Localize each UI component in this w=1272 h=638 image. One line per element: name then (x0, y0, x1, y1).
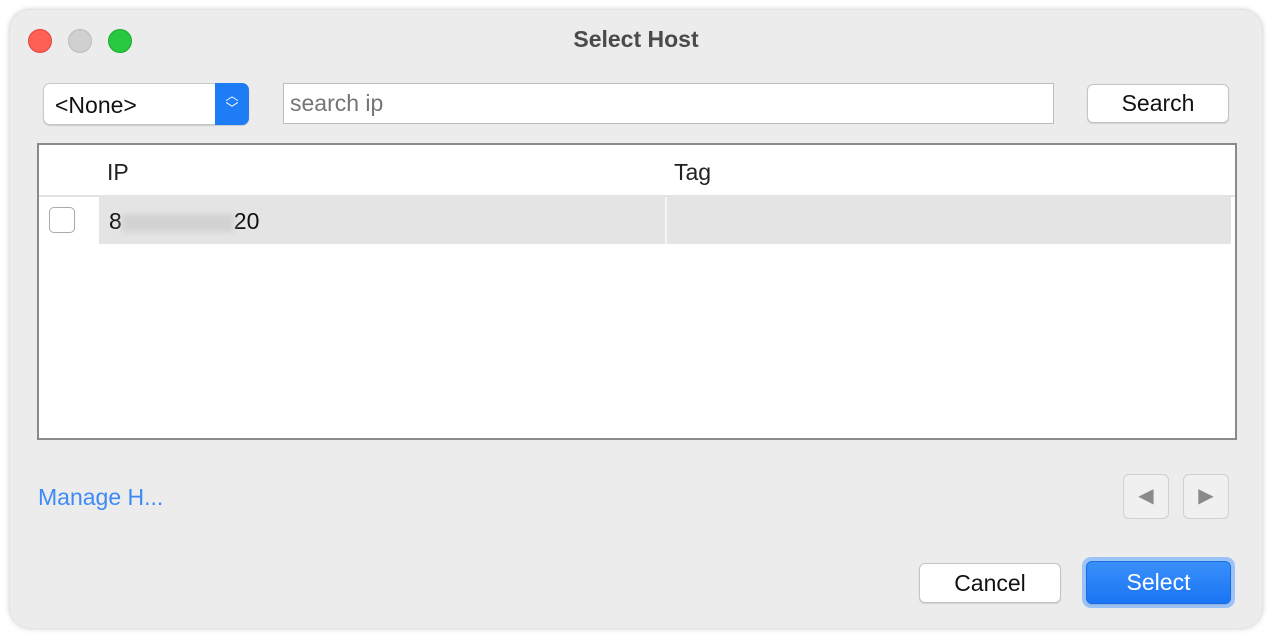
host-table: IP Tag 8 20 (37, 143, 1237, 440)
ip-cell: 8 20 (109, 208, 259, 235)
column-header-tag[interactable]: Tag (674, 159, 711, 186)
ip-prefix: 8 (109, 208, 122, 234)
column-header-ip[interactable]: IP (107, 159, 129, 186)
previous-page-button[interactable]: ◀ (1123, 474, 1169, 519)
triangle-left-icon: ◀ (1138, 485, 1154, 507)
table-row[interactable]: 8 20 (99, 197, 1231, 244)
next-page-button[interactable]: ▶ (1183, 474, 1229, 519)
window-title: Select Host (573, 26, 699, 52)
row-checkbox[interactable] (49, 207, 75, 233)
manage-hosts-link[interactable]: Manage H... (38, 484, 163, 511)
select-button[interactable]: Select (1086, 561, 1231, 604)
search-input[interactable] (283, 83, 1054, 124)
chevron-up-down-icon: ︿ ﹀ (215, 83, 249, 125)
cancel-button[interactable]: Cancel (919, 563, 1061, 603)
tag-select[interactable]: <None> ︿ ﹀ (43, 83, 249, 125)
tag-select-value: <None> (55, 92, 137, 118)
ip-suffix: 20 (233, 208, 260, 234)
triangle-right-icon: ▶ (1198, 485, 1214, 507)
redacted-blur (121, 213, 234, 232)
search-button[interactable]: Search (1087, 84, 1229, 123)
